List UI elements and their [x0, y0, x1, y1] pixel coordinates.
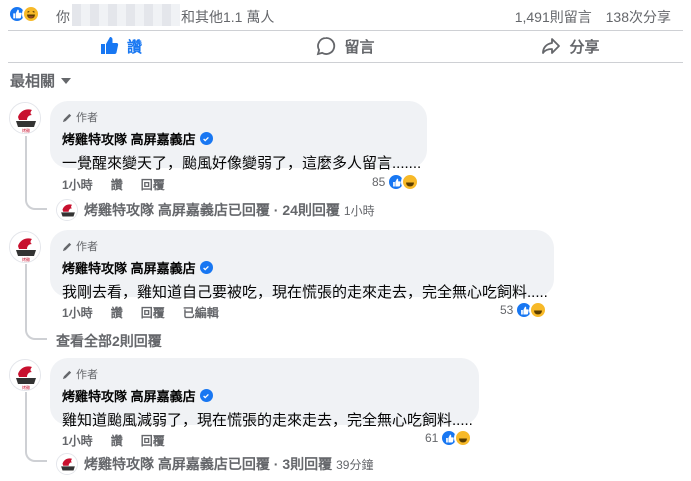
- thread-line: [25, 264, 27, 330]
- reply-summary-time: 1小時: [343, 203, 375, 218]
- reply-summary[interactable]: 烤雞特攻隊 高屏嘉義店已回覆 · 3則回覆 39分鐘: [56, 453, 373, 475]
- avatar: [56, 453, 78, 475]
- sort-dropdown[interactable]: 最相關: [10, 70, 72, 91]
- pencil-icon: [62, 113, 72, 122]
- svg-text:烤雞: 烤雞: [22, 384, 30, 390]
- avatar[interactable]: 烤雞: [9, 359, 41, 391]
- comment-reaction-count[interactable]: 53: [500, 301, 548, 319]
- pencil-icon: [62, 242, 72, 251]
- avatar: [56, 199, 78, 221]
- like-label: 讚: [126, 38, 142, 56]
- comment-icon: [317, 37, 336, 56]
- reaction-icons[interactable]: [8, 5, 40, 23]
- comment-author-name[interactable]: 烤雞特攻隊 高屏嘉義店: [62, 386, 467, 405]
- haha-reaction-icon: [454, 429, 473, 447]
- comment-like-button[interactable]: 讚: [111, 432, 123, 449]
- author-badge: 作者: [62, 238, 542, 254]
- verified-badge-icon: [199, 389, 213, 402]
- comment-text: 一覺醒來變天了，颱風好像變弱了，這麼多人留言.......: [62, 155, 422, 172]
- thread-connector: [25, 448, 47, 462]
- comment-bubble: 作者 烤雞特攻隊 高屏嘉義店 雞知道颱風減弱了，現在慌張的走來走去，完全無心吃飼…: [50, 358, 479, 429]
- comment-text: 我剛去看，雞知道自己要被吃，現在慌張的走來走去，完全無心吃飼料.....: [62, 284, 548, 301]
- comment-label: 留言: [344, 38, 375, 56]
- comment-meta: 1小時 讚 回覆: [62, 432, 183, 449]
- comment-button[interactable]: 留言: [233, 31, 458, 61]
- thread-line: [25, 392, 27, 448]
- reply-summary-time: 39分鐘: [336, 457, 374, 472]
- author-badge: 作者: [62, 366, 467, 382]
- engagement-counts: 1,491則留言 138次分享: [515, 7, 671, 27]
- thread-connector: [25, 326, 47, 340]
- divider: [8, 62, 683, 63]
- verified-badge-icon: [199, 132, 213, 145]
- verified-badge-icon: [199, 261, 213, 274]
- comment-bubble: 作者 烤雞特攻隊 高屏嘉義店 我剛去看，雞知道自己要被吃，現在慌張的走來走去，完…: [50, 230, 554, 301]
- comment-author-name[interactable]: 烤雞特攻隊 高屏嘉義店: [62, 258, 542, 277]
- comment-reply-button[interactable]: 回覆: [141, 304, 165, 321]
- redacted-names: [72, 4, 180, 26]
- share-icon: [542, 38, 561, 54]
- reply-summary-text: 烤雞特攻隊 高屏嘉義店已回覆 · 24則回覆: [84, 202, 340, 218]
- comment-time[interactable]: 1小時: [62, 304, 93, 321]
- view-all-replies-button[interactable]: 查看全部2則回覆: [56, 331, 162, 351]
- share-label: 分享: [569, 38, 600, 56]
- comment-text: 雞知道颱風減弱了，現在慌張的走來走去，完全無心吃飼料.....: [62, 412, 473, 429]
- reaction-you-label[interactable]: 你: [56, 7, 70, 27]
- comments-count[interactable]: 1,491則留言: [515, 9, 592, 25]
- comment-time[interactable]: 1小時: [62, 432, 93, 449]
- avatar[interactable]: 烤雞: [9, 231, 41, 263]
- thread-connector: [25, 196, 47, 210]
- comment-author-name[interactable]: 烤雞特攻隊 高屏嘉義店: [62, 129, 415, 148]
- avatar[interactable]: 烤雞: [9, 102, 41, 134]
- svg-text:烤雞: 烤雞: [22, 127, 30, 133]
- comment-meta: 1小時 讚 回覆: [62, 176, 183, 193]
- comment-bubble: 作者 烤雞特攻隊 高屏嘉義店 一覺醒來變天了，颱風好像變弱了，這麼多人留言...…: [50, 101, 427, 172]
- reply-summary-text: 烤雞特攻隊 高屏嘉義店已回覆 · 3則回覆: [84, 456, 333, 472]
- reaction-summary: 你 和其他1.1 萬人 1,491則留言 138次分享: [0, 0, 691, 30]
- comment-meta: 1小時 讚 回覆 已編輯: [62, 304, 237, 321]
- haha-reaction-icon: [401, 173, 420, 191]
- shares-count[interactable]: 138次分享: [606, 9, 671, 25]
- comment-reaction-count[interactable]: 61: [425, 429, 473, 447]
- thread-line: [25, 136, 27, 196]
- comment-like-button[interactable]: 讚: [111, 304, 123, 321]
- reaction-others-label[interactable]: 和其他1.1 萬人: [181, 7, 274, 27]
- haha-reaction-icon: [529, 301, 548, 319]
- action-bar: 讚 留言 分享: [8, 31, 683, 61]
- sort-label: 最相關: [10, 73, 56, 90]
- pencil-icon: [62, 370, 72, 379]
- comment-reaction-count[interactable]: 85: [372, 173, 420, 191]
- like-button[interactable]: 讚: [8, 31, 233, 61]
- chevron-down-icon: [61, 77, 72, 84]
- like-icon: [100, 37, 119, 54]
- reply-summary[interactable]: 烤雞特攻隊 高屏嘉義店已回覆 · 24則回覆 1小時: [56, 199, 375, 221]
- comment-like-button[interactable]: 讚: [111, 176, 123, 193]
- comment-reply-button[interactable]: 回覆: [141, 176, 165, 193]
- svg-text:烤雞: 烤雞: [22, 256, 30, 262]
- haha-reaction-icon: [22, 5, 40, 23]
- comment-reply-button[interactable]: 回覆: [141, 432, 165, 449]
- author-badge: 作者: [62, 109, 415, 125]
- comment-time[interactable]: 1小時: [62, 176, 93, 193]
- comment-edited-label[interactable]: 已編輯: [183, 304, 219, 321]
- share-button[interactable]: 分享: [458, 31, 683, 61]
